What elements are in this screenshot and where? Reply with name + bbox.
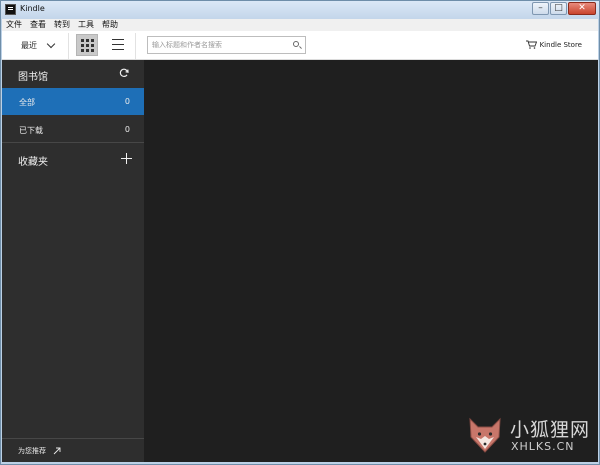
- kindle-window: Kindle – □ ✕ 文件 查看 转到 工具 帮助 最近 输入标题和作者名搜…: [0, 0, 600, 465]
- sidebar-item-downloaded[interactable]: 已下载 0: [2, 116, 144, 143]
- toolbar: 最近 Kindle Store: [2, 31, 598, 60]
- menu-tools[interactable]: 工具: [74, 19, 98, 31]
- kindle-store-label: Kindle Store: [539, 40, 582, 49]
- list-line: [112, 49, 124, 50]
- list-line: [112, 44, 124, 45]
- maximize-button[interactable]: □: [550, 2, 567, 15]
- grid-dot: [90, 38, 94, 42]
- sidebar-item-count: 0: [124, 125, 130, 134]
- sort-dropdown[interactable]: 最近: [21, 39, 56, 51]
- grid-dot: [80, 48, 84, 52]
- list-line: [112, 39, 124, 40]
- sync-icon[interactable]: [119, 68, 129, 78]
- site-watermark: 小狐狸网 XHLKS.CN: [466, 413, 596, 461]
- collections-label: 收藏夹: [18, 157, 48, 168]
- library-header: 图书馆: [2, 60, 144, 88]
- menu-goto[interactable]: 转到: [50, 19, 74, 31]
- sidebar-item-all[interactable]: 全部 0: [2, 88, 144, 115]
- grid-dot: [80, 38, 84, 42]
- title-bar[interactable]: Kindle – □ ✕: [1, 1, 599, 19]
- window-title: Kindle: [20, 4, 45, 13]
- search-icon[interactable]: [293, 41, 299, 47]
- fox-logo-icon: [469, 417, 501, 453]
- grid-view-button[interactable]: [76, 34, 98, 56]
- grid-dot: [90, 43, 94, 47]
- toolbar-divider: [68, 33, 69, 59]
- sidebar-item-label: 已下载: [19, 126, 43, 135]
- watermark-domain: XHLKS.CN: [511, 440, 575, 453]
- minimize-button[interactable]: –: [532, 2, 549, 15]
- cart-icon: [525, 40, 537, 49]
- menu-bar: 文件 查看 转到 工具 帮助: [2, 19, 598, 31]
- sidebar-divider: [2, 438, 144, 439]
- grid-dot: [90, 48, 94, 52]
- recommend-link[interactable]: 为您推荐: [18, 446, 61, 456]
- chevron-down-icon: [46, 39, 56, 48]
- window-controls: – □ ✕: [532, 2, 596, 15]
- close-button[interactable]: ✕: [568, 2, 596, 15]
- grid-dot: [85, 48, 89, 52]
- book-grid-area[interactable]: [144, 60, 598, 462]
- library-sidebar: 图书馆 全部 0 已下载 0 收藏夹 为您推荐: [2, 60, 144, 462]
- kindle-store-link[interactable]: Kindle Store: [525, 40, 582, 49]
- add-collection-icon[interactable]: [121, 153, 132, 164]
- search-input[interactable]: [152, 39, 292, 51]
- menu-view[interactable]: 查看: [26, 19, 50, 31]
- sidebar-item-count: 0: [124, 97, 130, 106]
- external-arrow-icon: [53, 447, 61, 455]
- sidebar-item-label: 全部: [19, 98, 35, 107]
- watermark-title: 小狐狸网: [510, 419, 591, 441]
- menu-file[interactable]: 文件: [2, 19, 26, 31]
- toolbar-divider: [135, 33, 136, 59]
- grid-dot: [80, 43, 84, 47]
- sort-label: 最近: [21, 40, 37, 50]
- collections-header[interactable]: 收藏夹: [2, 148, 144, 172]
- search-box[interactable]: [147, 36, 306, 54]
- recommend-label: 为您推荐: [18, 447, 46, 455]
- grid-dot: [85, 38, 89, 42]
- kindle-app-icon: [5, 4, 16, 15]
- sidebar-divider: [2, 142, 144, 143]
- menu-help[interactable]: 帮助: [98, 19, 122, 31]
- list-view-button[interactable]: [112, 39, 124, 50]
- library-title: 图书馆: [18, 72, 48, 83]
- grid-dot: [85, 43, 89, 47]
